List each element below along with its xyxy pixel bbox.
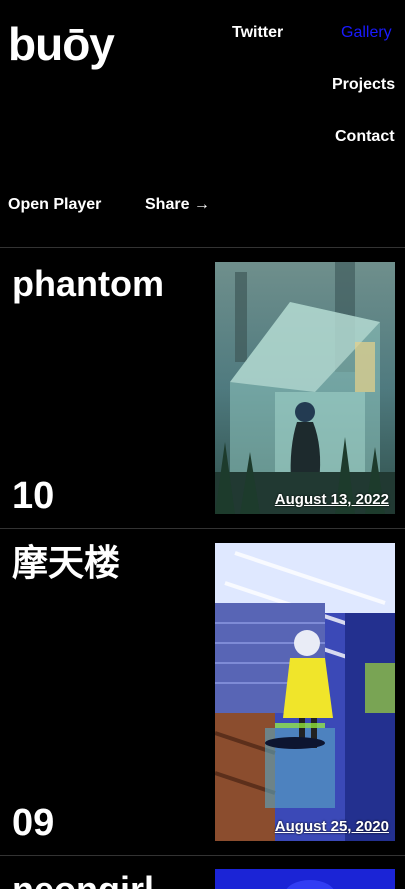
card-artwork[interactable]: August 13, 2022 [215,262,395,514]
nav-projects[interactable]: Projects [332,76,395,94]
card-number: 10 [12,475,55,517]
open-player-button[interactable]: Open Player [8,196,101,214]
card-title: neongirl [12,870,154,889]
share-button[interactable]: Share → [145,196,210,214]
nav-gallery[interactable]: Gallery [341,24,392,42]
card-title: 摩天楼 [12,542,121,583]
card-number: 09 [12,802,55,844]
artwork-image [215,869,395,889]
artwork-image [215,543,395,841]
site-header: buōy Twitter Gallery Projects Contact Op… [0,0,405,247]
gallery-card[interactable]: 摩天楼 09 August 25, 2020 [0,529,405,855]
card-date[interactable]: August 13, 2022 [275,491,389,508]
card-artwork[interactable] [215,869,395,889]
card-artwork[interactable]: August 25, 2020 [215,543,395,841]
gallery-card[interactable]: phantom 10 August 13, 2022 [0,248,405,528]
gallery-card[interactable]: neongirl [0,856,405,889]
site-logo[interactable]: buōy [8,18,115,70]
card-date[interactable]: August 25, 2020 [275,818,389,835]
nav-twitter[interactable]: Twitter [232,24,283,42]
nav-contact[interactable]: Contact [335,128,395,146]
artwork-image [215,262,395,514]
card-title: phantom [12,263,164,304]
